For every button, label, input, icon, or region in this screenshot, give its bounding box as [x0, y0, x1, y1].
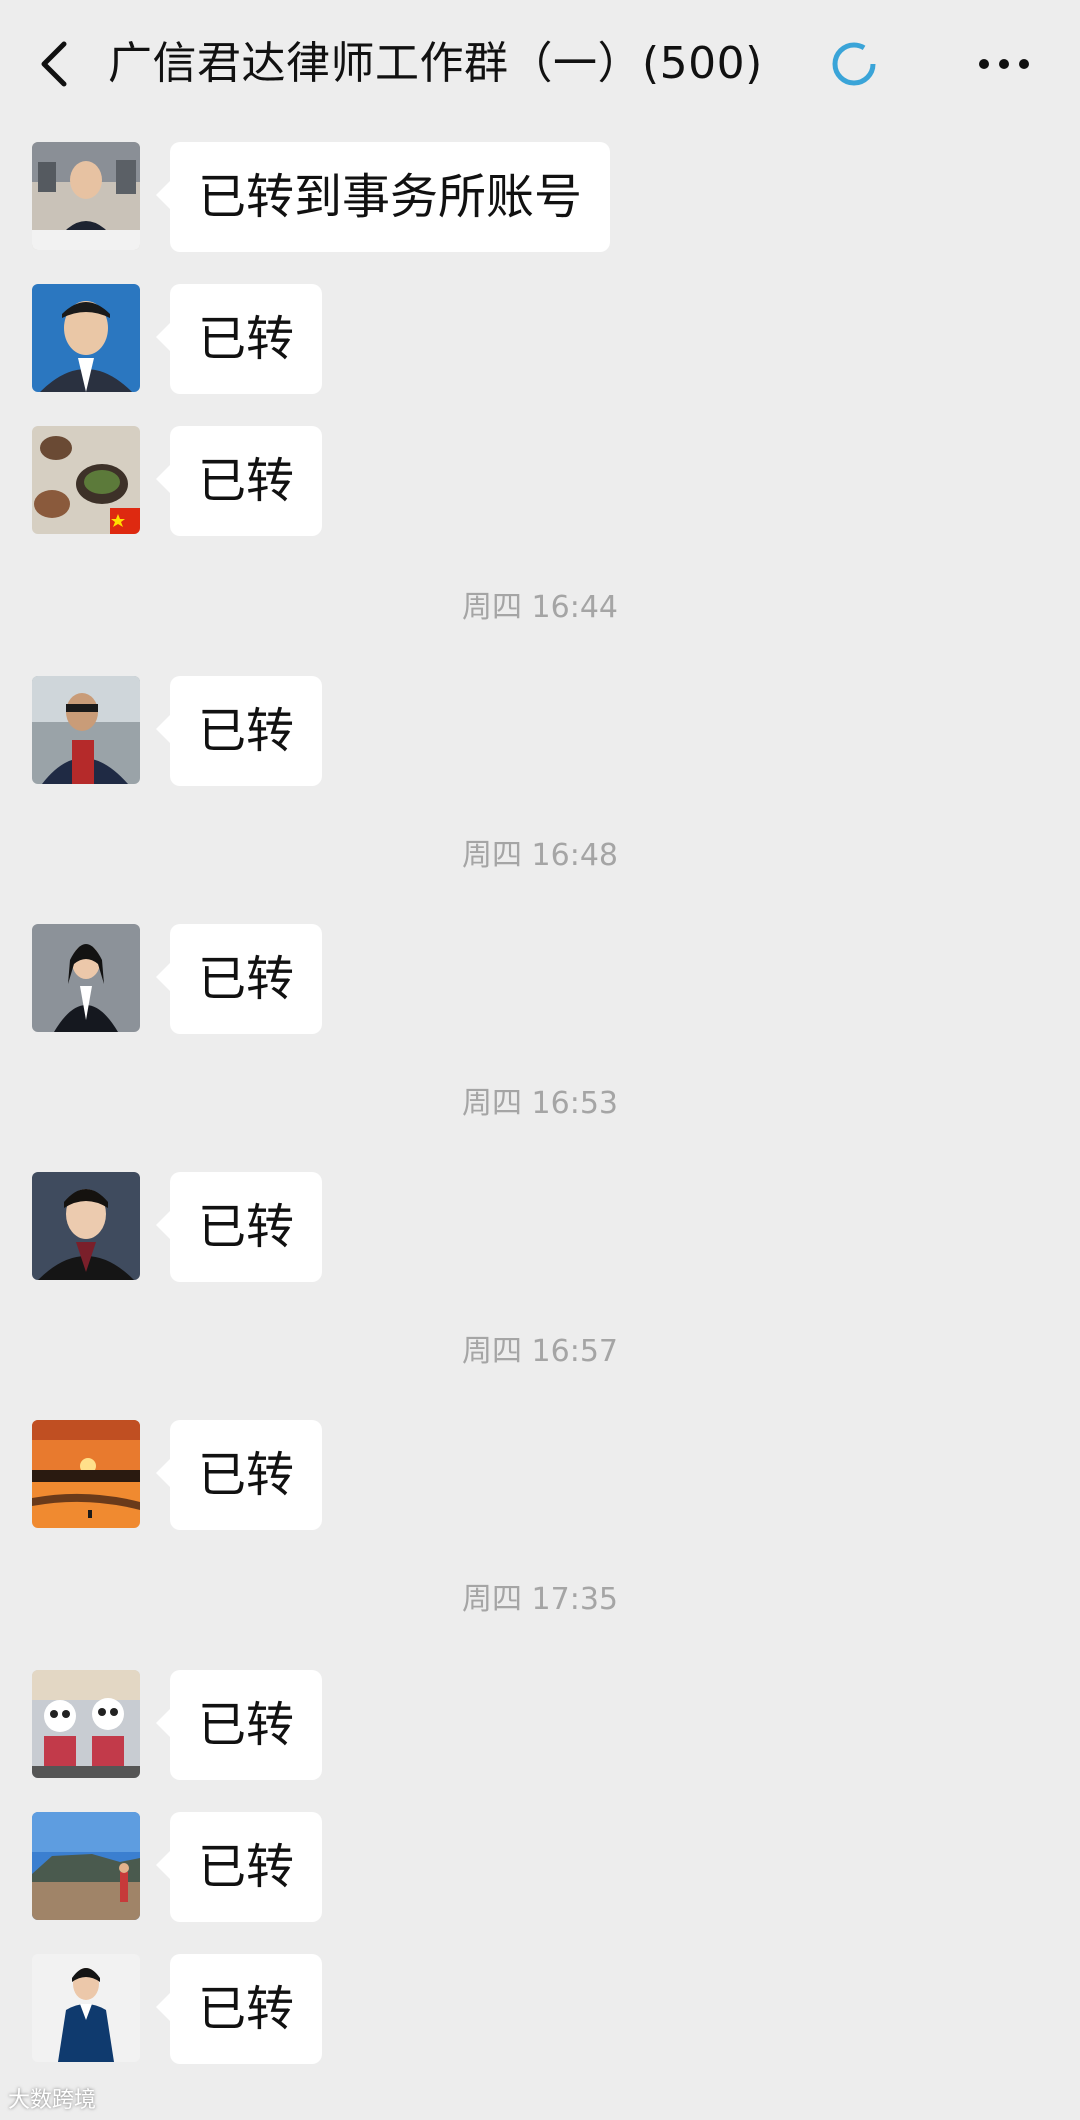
- message-bubble[interactable]: 已转: [155, 426, 323, 536]
- message-bubble[interactable]: 已转: [155, 284, 323, 394]
- message-list[interactable]: 已转到事务所账号 已转 已转 周四 16:44 已转 周四 16:48 已转 周…: [0, 0, 1080, 2120]
- timestamp: 周四 16:44: [462, 590, 618, 625]
- avatar[interactable]: [32, 426, 140, 534]
- message-item: 已转: [0, 1172, 1080, 1282]
- message-bubble[interactable]: 已转: [155, 676, 323, 786]
- message-item: 已转: [0, 924, 1080, 1034]
- message-bubble[interactable]: 已转: [155, 1954, 323, 2064]
- avatar[interactable]: [32, 1172, 140, 1280]
- watermark: 大数跨境: [8, 2088, 97, 2113]
- timestamp: 周四 16:48: [462, 838, 618, 873]
- avatar[interactable]: [32, 284, 140, 392]
- message-item: 已转到事务所账号: [0, 142, 1080, 252]
- message-item: 已转: [0, 1420, 1080, 1530]
- message-bubble[interactable]: 已转: [155, 1420, 323, 1530]
- avatar[interactable]: [32, 924, 140, 1032]
- message-bubble[interactable]: 已转: [155, 924, 323, 1034]
- avatar[interactable]: [32, 1812, 140, 1920]
- avatar[interactable]: [32, 1954, 140, 2062]
- avatar[interactable]: [32, 1420, 140, 1528]
- timestamp: 周四 16:53: [462, 1086, 618, 1121]
- message-bubble[interactable]: 已转到事务所账号: [155, 142, 611, 252]
- message-item: 已转: [0, 1812, 1080, 1922]
- timestamp: 周四 17:35: [462, 1582, 618, 1617]
- message-bubble[interactable]: 已转: [155, 1812, 323, 1922]
- message-item: 已转: [0, 1670, 1080, 1780]
- avatar[interactable]: [32, 1670, 140, 1778]
- message-item: 已转: [0, 1954, 1080, 2064]
- message-item: 已转: [0, 284, 1080, 394]
- avatar[interactable]: [32, 676, 140, 784]
- message-item: 已转: [0, 426, 1080, 536]
- message-bubble[interactable]: 已转: [155, 1172, 323, 1282]
- timestamp: 周四 16:57: [462, 1334, 618, 1369]
- avatar[interactable]: [32, 142, 140, 250]
- message-bubble[interactable]: 已转: [155, 1670, 323, 1780]
- message-item: 已转: [0, 676, 1080, 786]
